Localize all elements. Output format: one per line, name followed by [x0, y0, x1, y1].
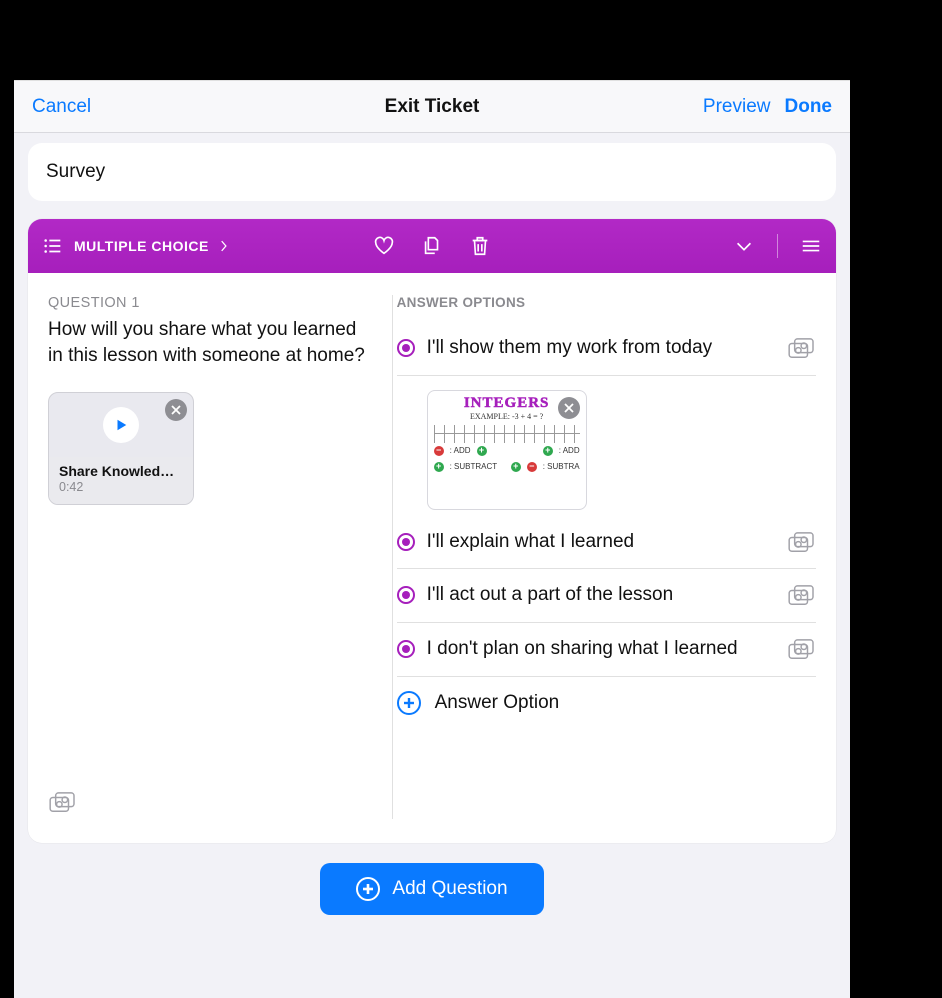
radio-icon	[397, 339, 415, 357]
plus-icon	[356, 877, 380, 901]
nav-bar: Cancel Exit Ticket Preview Done	[14, 81, 850, 133]
add-question-button[interactable]: Add Question	[320, 863, 543, 915]
chevron-right-icon	[219, 235, 231, 257]
play-icon[interactable]	[103, 407, 139, 443]
duplicate-icon[interactable]	[421, 235, 443, 257]
plus-icon	[397, 691, 421, 715]
trash-icon[interactable]	[469, 235, 491, 257]
chevron-down-icon[interactable]	[733, 235, 755, 257]
remove-attachment-button[interactable]	[165, 399, 187, 421]
question-column: QUESTION 1 How will you share what you l…	[28, 295, 392, 819]
question-card-header: MULTIPLE CHOICE	[28, 219, 836, 273]
list-icon	[42, 235, 64, 257]
survey-name-field[interactable]: Survey	[28, 143, 836, 201]
add-answer-media-button[interactable]	[788, 338, 816, 360]
remove-image-button[interactable]	[558, 397, 580, 419]
question-card: MULTIPLE CHOICE	[28, 219, 836, 843]
add-answer-media-button[interactable]	[788, 532, 816, 554]
answer-option[interactable]: I'll explain what I learned	[397, 516, 816, 570]
radio-icon	[397, 533, 415, 551]
answer-option[interactable]: I'll act out a part of the lesson	[397, 569, 816, 623]
attachment-duration: 0:42	[59, 480, 183, 494]
favorite-icon[interactable]	[373, 235, 395, 257]
preview-button[interactable]: Preview	[703, 96, 771, 118]
question-toolbar	[373, 235, 491, 257]
answer-option[interactable]: I don't plan on sharing what I learned	[397, 623, 816, 677]
add-answer-label: Answer Option	[435, 692, 560, 714]
done-button[interactable]: Done	[785, 96, 833, 118]
radio-icon	[397, 640, 415, 658]
question-type-label: MULTIPLE CHOICE	[74, 238, 209, 254]
attachment-name: Share Knowled…	[59, 463, 183, 479]
radio-icon	[397, 586, 415, 604]
add-answer-media-button[interactable]	[788, 639, 816, 661]
question-number-label: QUESTION 1	[48, 295, 372, 311]
answer-text[interactable]: I'll act out a part of the lesson	[427, 583, 776, 608]
answer-text[interactable]: I don't plan on sharing what I learned	[427, 637, 776, 662]
answer-option[interactable]: I'll show them my work from today	[397, 322, 816, 376]
answers-header: ANSWER OPTIONS	[397, 295, 816, 310]
cancel-button[interactable]: Cancel	[32, 96, 91, 118]
question-text[interactable]: How will you share what you learned in t…	[48, 317, 372, 368]
answer-image-attachment[interactable]: INTEGERS EXAMPLE: -3 + 4 = ? −: ADD++: A…	[427, 390, 587, 510]
answers-column: ANSWER OPTIONS I'll show them my work fr…	[392, 295, 836, 819]
question-type-button[interactable]: MULTIPLE CHOICE	[42, 235, 231, 257]
divider	[777, 234, 778, 258]
add-question-label: Add Question	[392, 878, 507, 900]
app-frame: Cancel Exit Ticket Preview Done Survey M…	[14, 80, 850, 998]
answer-text[interactable]: I'll explain what I learned	[427, 530, 776, 555]
answer-text[interactable]: I'll show them my work from today	[427, 336, 776, 361]
audio-attachment[interactable]: Share Knowled… 0:42	[48, 392, 194, 505]
add-answer-media-button[interactable]	[788, 585, 816, 607]
add-answer-option-button[interactable]: Answer Option	[397, 677, 816, 715]
drag-handle-icon[interactable]	[800, 235, 822, 257]
add-question-media-button[interactable]	[48, 792, 78, 819]
